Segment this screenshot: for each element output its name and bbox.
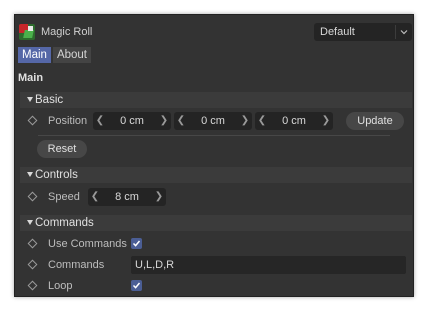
- group-commands-label: Commands: [35, 217, 94, 229]
- group-controls-header[interactable]: Controls: [20, 167, 412, 183]
- decrement-arrow-icon[interactable]: ❮: [257, 112, 267, 130]
- group-basic-header[interactable]: Basic: [20, 92, 412, 108]
- position-x-value: 0 cm: [120, 115, 144, 127]
- keyframe-diamond-icon[interactable]: [27, 259, 38, 270]
- speed-value: 8 cm: [115, 191, 139, 203]
- speed-label: Speed: [48, 191, 80, 203]
- group-basic-label: Basic: [35, 94, 64, 106]
- speed-row: Speed ❮ 8 cm ❯: [15, 188, 413, 206]
- checkmark-icon: [132, 240, 141, 247]
- decrement-arrow-icon[interactable]: ❮: [176, 112, 186, 130]
- use-commands-label: Use Commands: [48, 238, 127, 250]
- loop-label: Loop: [48, 280, 73, 292]
- preset-value: Default: [320, 26, 355, 38]
- loop-checkbox[interactable]: [131, 280, 142, 291]
- commands-label: Commands: [48, 259, 105, 271]
- increment-arrow-icon[interactable]: ❯: [159, 112, 169, 130]
- decrement-arrow-icon[interactable]: ❮: [90, 188, 100, 206]
- magic-roll-logo-icon: [19, 24, 35, 40]
- chevron-down-icon: [400, 30, 408, 35]
- speed-field[interactable]: ❮ 8 cm ❯: [88, 188, 166, 206]
- position-z-value: 0 cm: [282, 115, 306, 127]
- increment-arrow-icon[interactable]: ❯: [240, 112, 250, 130]
- use-commands-checkbox[interactable]: [131, 238, 142, 249]
- increment-arrow-icon[interactable]: ❯: [321, 112, 331, 130]
- triangle-down-icon: [27, 97, 33, 102]
- group-commands-header[interactable]: Commands: [20, 215, 412, 231]
- tab-bar: Main About: [18, 47, 93, 63]
- divider: [38, 135, 390, 136]
- position-z-field[interactable]: ❮ 0 cm ❯: [255, 112, 333, 130]
- position-x-field[interactable]: ❮ 0 cm ❯: [93, 112, 171, 130]
- keyframe-diamond-icon[interactable]: [27, 280, 38, 291]
- position-row: Position ❮ 0 cm ❯ ❮ 0 cm ❯ ❮ 0 cm ❯ Upda…: [15, 112, 413, 130]
- app-title: Magic Roll: [41, 26, 93, 38]
- title-bar: Magic Roll Default: [15, 15, 413, 45]
- triangle-down-icon: [27, 220, 33, 225]
- plugin-panel: Magic Roll Default Main About Main Basic…: [14, 14, 414, 297]
- dropdown-divider: [395, 25, 396, 39]
- tab-main[interactable]: Main: [18, 47, 51, 63]
- commands-input[interactable]: U,L,D,R: [131, 256, 406, 274]
- keyframe-diamond-icon[interactable]: [27, 115, 38, 126]
- commands-row: Commands U,L,D,R: [15, 256, 413, 274]
- keyframe-diamond-icon[interactable]: [27, 191, 38, 202]
- increment-arrow-icon[interactable]: ❯: [154, 188, 164, 206]
- position-y-value: 0 cm: [201, 115, 225, 127]
- decrement-arrow-icon[interactable]: ❮: [95, 112, 105, 130]
- position-label: Position: [48, 115, 88, 127]
- tab-about[interactable]: About: [52, 47, 91, 63]
- update-button[interactable]: Update: [346, 112, 404, 130]
- triangle-down-icon: [27, 172, 33, 177]
- keyframe-diamond-icon[interactable]: [27, 238, 38, 249]
- reset-button[interactable]: Reset: [37, 140, 87, 158]
- use-commands-row: Use Commands: [15, 235, 413, 253]
- section-title: Main: [18, 72, 44, 84]
- position-y-field[interactable]: ❮ 0 cm ❯: [174, 112, 252, 130]
- preset-dropdown[interactable]: Default: [314, 23, 412, 41]
- group-controls-label: Controls: [35, 169, 78, 181]
- checkmark-icon: [132, 282, 141, 289]
- loop-row: Loop: [15, 277, 413, 295]
